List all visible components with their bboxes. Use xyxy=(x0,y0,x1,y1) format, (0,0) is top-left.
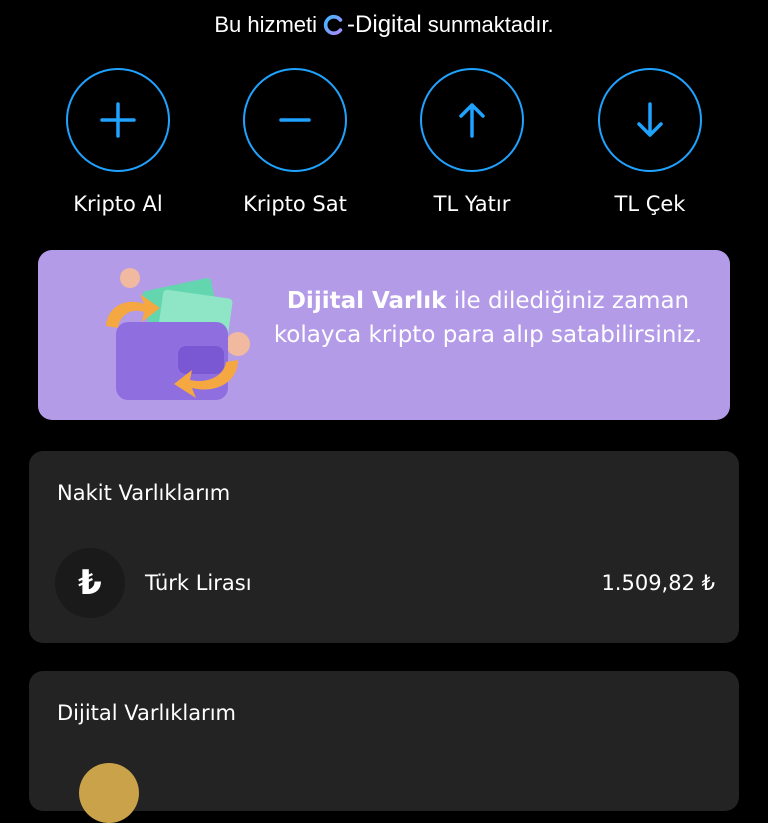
asset-balance: 1.509,82 ₺ xyxy=(601,571,715,595)
digital-assets-title: Dijital Varlıklarım xyxy=(57,701,236,725)
action-circle[interactable] xyxy=(598,68,702,172)
arrow-up-icon xyxy=(459,103,485,138)
promo-banner[interactable]: Dijital Varlık ile dilediğiniz zaman kol… xyxy=(38,250,730,420)
arrow-down-icon xyxy=(637,102,663,137)
brand-logo: -Digital xyxy=(323,11,422,39)
digital-assets-card: Dijital Varlıklarım xyxy=(29,671,739,823)
lira-icon: ₺ xyxy=(55,548,125,618)
plus-icon xyxy=(100,102,136,138)
banner-prefix: Bu hizmeti xyxy=(214,12,318,37)
deposit-tl-button[interactable]: TL Yatır xyxy=(392,68,552,218)
service-provider-banner: Bu hizmeti -Digital sunmaktadır. xyxy=(0,8,768,42)
sell-crypto-button[interactable]: Kripto Sat xyxy=(215,68,375,218)
withdraw-tl-button[interactable]: TL Çek xyxy=(570,68,730,218)
asset-row-turkish-lira[interactable]: ₺ Türk Lirası 1.509,82 ₺ xyxy=(55,547,715,619)
action-label: TL Yatır xyxy=(433,192,511,216)
buy-crypto-button[interactable]: Kripto Al xyxy=(38,68,198,218)
banner-suffix: sunmaktadır. xyxy=(427,12,554,37)
cash-assets-title: Nakit Varlıklarım xyxy=(57,481,231,505)
action-circle[interactable] xyxy=(66,68,170,172)
brand-name: -Digital xyxy=(347,11,422,38)
action-label: Kripto Al xyxy=(73,192,163,216)
crypto-coin-icon xyxy=(79,763,139,823)
cash-assets-card: Nakit Varlıklarım ₺ Türk Lirası 1.509,82… xyxy=(29,451,739,643)
wallet-illustration-icon xyxy=(106,268,250,400)
action-circle[interactable] xyxy=(420,68,524,172)
action-label: TL Çek xyxy=(614,192,686,216)
promo-highlight: Dijital Varlık xyxy=(286,288,447,314)
action-circle[interactable] xyxy=(243,68,347,172)
promo-text: Dijital Varlık ile dilediğiniz zaman kol… xyxy=(258,284,718,352)
minus-icon xyxy=(279,118,311,122)
quick-actions: Kripto Al Kripto Sat TL Yatır TL Çek xyxy=(0,68,768,218)
action-label: Kripto Sat xyxy=(243,192,347,216)
asset-name: Türk Lirası xyxy=(145,571,252,595)
c-digital-logo-icon xyxy=(323,14,343,36)
